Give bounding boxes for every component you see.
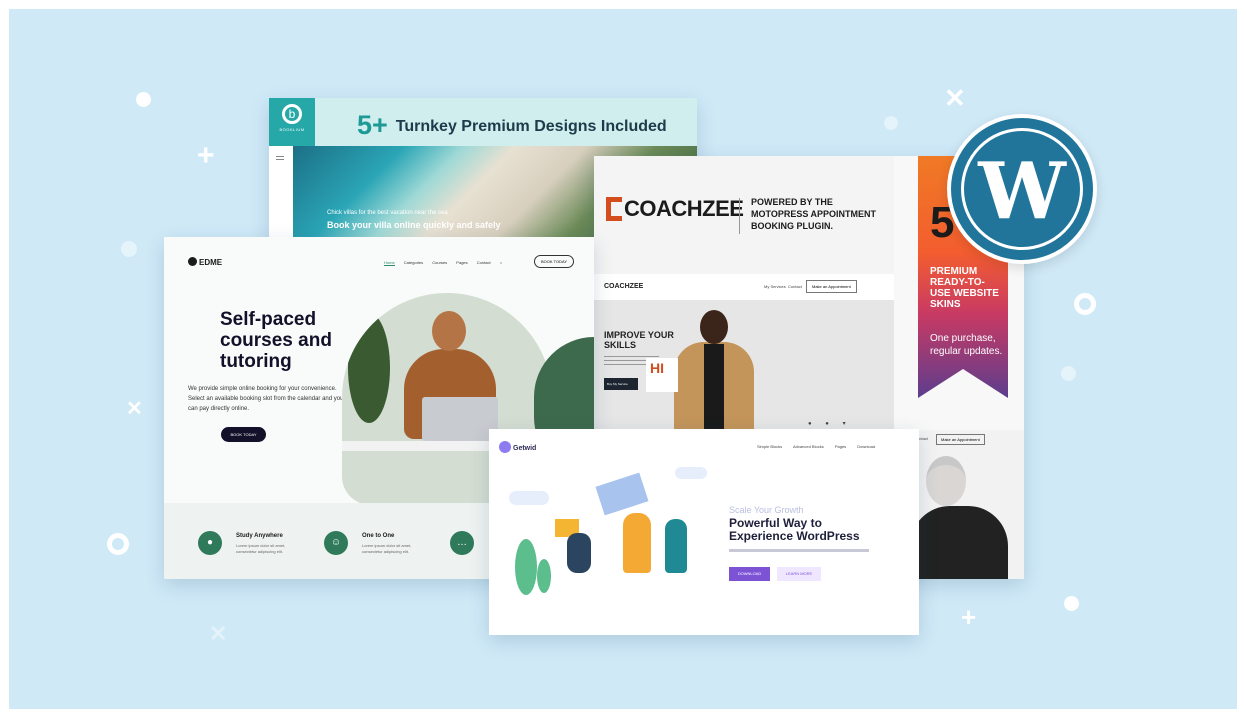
promo-banner: + ✕ ✕ ✕ + b BOOKLIUM 5+ Turnkey Premium D… <box>9 9 1237 709</box>
feature-text: Lorem ipsum dolor sit amet, consectetur … <box>362 543 412 554</box>
feature-text: Lorem ipsum dolor sit amet, consectetur … <box>236 543 286 554</box>
chat-icon: … <box>450 531 474 555</box>
ribbon-updates-text: One purchase, regular updates. <box>930 333 1003 357</box>
decor-dot <box>1064 596 1079 611</box>
coach-photo <box>666 310 762 436</box>
coachzee-c-icon <box>606 197 622 221</box>
nav-pages[interactable]: Pages <box>456 260 467 265</box>
nav-contact[interactable]: Contact <box>477 260 491 265</box>
book-today-button[interactable]: BOOK TODAY <box>221 427 266 442</box>
coachzee-nav: COACHZEE My Services Contact Make an App… <box>594 274 894 300</box>
nav-advanced-blocks[interactable]: Advanced Blocks <box>793 444 824 449</box>
getwid-subtext-line <box>729 549 869 552</box>
nav-categories[interactable]: Categories <box>404 260 423 265</box>
edme-logo-text: EDME <box>199 258 223 267</box>
improve-heading: IMPROVE YOUR SKILLS <box>604 330 674 350</box>
divider <box>739 198 740 234</box>
nav-home[interactable]: Home <box>384 260 395 266</box>
getwid-logo-text: Getwid <box>513 445 537 452</box>
getwid-preview: Getwid Simple Blocks Advanced Blocks Pag… <box>489 429 919 635</box>
booklium-logo-text: BOOKLIUM <box>279 127 305 132</box>
edme-description: We provide simple online booking for you… <box>188 386 344 412</box>
hi-text: HI <box>650 360 664 376</box>
feature-title: One to One <box>362 533 395 539</box>
coachzee-mini-logo[interactable]: COACHZEE <box>604 283 643 290</box>
ribbon-premium-text: PREMIUM READY-TO-USE WEBSITE SKINS <box>930 266 999 310</box>
edme-headline: Self-paced courses and tutoring <box>220 309 332 372</box>
location-pin-icon: ● <box>198 531 222 555</box>
hero-title: Book your villa online quickly and safel… <box>327 220 501 230</box>
hero-subtitle: Chick villas for the best vacation near … <box>327 210 448 216</box>
booklium-headline: 5+ Turnkey Premium Designs Included <box>315 98 697 146</box>
users-icon: ☺ <box>324 531 348 555</box>
envelope-icon <box>595 472 649 516</box>
edme-logo[interactable]: EDME <box>188 257 222 267</box>
team-illustration <box>509 463 709 623</box>
search-icon[interactable]: ○ <box>500 260 502 265</box>
nav-my-services[interactable]: My Services <box>764 284 786 289</box>
nav-pages[interactable]: Pages <box>835 444 846 449</box>
learn-more-button[interactable]: LEARN MORE <box>777 567 821 581</box>
getwid-logo[interactable]: Getwid <box>499 441 536 453</box>
decor-ring <box>107 533 129 555</box>
slider-arrows-icon[interactable]: ● ● ▾ <box>808 420 852 427</box>
coachzee-logo-text: COACHZEE <box>624 196 744 221</box>
getwid-logo-icon <box>499 441 511 453</box>
decor-plus-icon: + <box>961 602 977 632</box>
appointment-button[interactable]: Make an Appointment <box>806 280 857 293</box>
decor-cross-icon: ✕ <box>126 398 143 420</box>
nav-courses[interactable]: Courses <box>432 260 447 265</box>
decor-cross-icon: ✕ <box>944 83 966 113</box>
booklium-b-icon: b <box>282 104 302 124</box>
wordpress-w-glyph: W <box>961 128 1083 250</box>
booklium-logo: b BOOKLIUM <box>269 98 315 146</box>
book-today-nav-button[interactable]: BOOK TODAY <box>534 255 575 268</box>
decor-cross-icon: ✕ <box>209 621 228 646</box>
decor-dot <box>1061 366 1076 381</box>
headline-number: 5+ <box>357 110 388 140</box>
appointment-button[interactable]: Make an Appointment <box>936 434 985 445</box>
coachzee-site-preview: COACHZEE My Services Contact Make an App… <box>594 274 894 436</box>
edme-logo-icon <box>188 257 197 266</box>
powered-by-text: POWERED BY THE MOTOPRESS APPOINTMENT BOO… <box>751 197 877 231</box>
nav-simple-blocks[interactable]: Simple Blocks <box>757 444 782 449</box>
getwid-kicker: Scale Your Growth <box>729 505 804 515</box>
decor-dot <box>884 116 898 130</box>
hamburger-menu-icon[interactable] <box>269 146 293 248</box>
nav-contact[interactable]: Contact <box>788 284 802 289</box>
headline-text: Turnkey Premium Designs Included <box>395 118 667 135</box>
decor-dot <box>136 92 151 107</box>
consultant-photo <box>926 456 966 506</box>
laptop-icon <box>422 397 498 441</box>
coachzee-logo: COACHZEE <box>606 196 744 222</box>
getwid-nav: Simple Blocks Advanced Blocks Pages Down… <box>757 444 885 449</box>
buy-service-button[interactable]: Buy My Service <box>604 378 638 390</box>
download-button[interactable]: DOWNLOAD <box>729 567 770 581</box>
coachzee-nav-links: My Services Contact <box>764 284 802 289</box>
wordpress-logo-icon: W <box>947 114 1097 264</box>
nav-download[interactable]: Download <box>857 444 875 449</box>
feature-title: Study Anywhere <box>236 533 283 539</box>
edme-nav: Home Categories Courses Pages Contact ○ <box>384 260 510 266</box>
decor-ring <box>1074 293 1096 315</box>
getwid-headline: Powerful Way to Experience WordPress <box>729 516 860 543</box>
decor-plus-icon: + <box>197 139 215 172</box>
decor-dot <box>121 241 137 257</box>
hi-badge: HI <box>646 358 678 392</box>
